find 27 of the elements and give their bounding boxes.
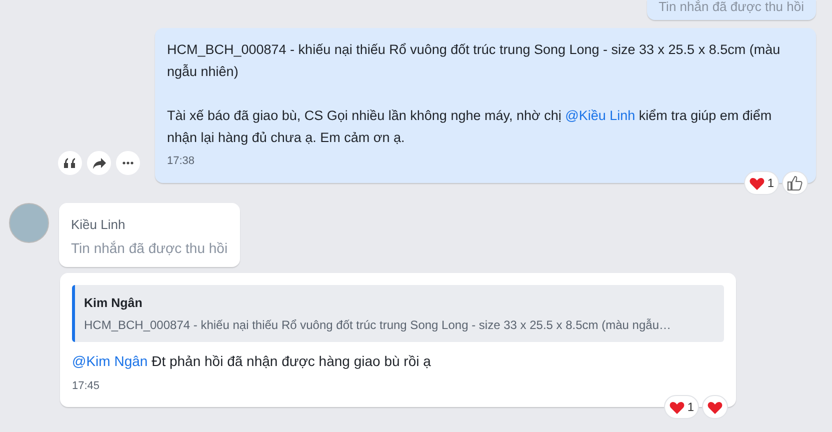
timestamp: 17:38 bbox=[167, 155, 195, 167]
thumbs-up-icon bbox=[787, 175, 803, 191]
mention-link[interactable]: @Kiều Linh bbox=[565, 108, 636, 123]
mention-link[interactable]: @Kim Ngân bbox=[72, 353, 148, 369]
share-arrow-button[interactable] bbox=[87, 151, 111, 175]
more-icon bbox=[122, 161, 134, 165]
share-arrow-icon bbox=[92, 158, 106, 168]
recalled-message: Tin nhắn đã được thu hồi bbox=[646, 0, 816, 20]
heart-reaction-button[interactable] bbox=[702, 395, 728, 419]
heart-icon bbox=[749, 176, 766, 190]
heart-reaction[interactable]: 1 bbox=[744, 171, 779, 195]
message-text: HCM_BCH_000874 - khiếu nại thiếu Rổ vuông đốt trúc trung Song Long - size 33 x 25.5 x 8.5cm (màu ngẫu nhiên) bbox=[167, 41, 782, 81]
timestamp: 17:45 bbox=[72, 380, 100, 392]
quote-icon bbox=[64, 158, 76, 168]
quote-button[interactable] bbox=[58, 151, 82, 175]
quote-text: HCM_BCH_000874 - khiếu nại thiếu Rổ vuông đốt trúc trung Song Long - size 33 x 25.5 x 8.5cm (màu ngẫu… bbox=[84, 317, 672, 333]
quote-author: Kim Ngân bbox=[84, 295, 144, 311]
more-button[interactable] bbox=[116, 151, 140, 175]
heart-reaction[interactable]: 1 bbox=[664, 395, 699, 419]
message-text: @Kim Ngân Đt phản hồi đã nhận được hàng giao bù rồi ạ bbox=[72, 352, 432, 371]
avatar bbox=[9, 203, 49, 243]
like-button[interactable] bbox=[782, 171, 808, 195]
message-text: Tài xế báo đã giao bù, CS Gọi nhiều lần không nghe máy, nhờ chị @Kiều Linh kiểm tra giúp em điểm nhận lại hàng đủ chưa ạ. Em cảm ơn ạ. bbox=[167, 107, 773, 147]
sender-name: Kiều Linh bbox=[71, 217, 126, 233]
heart-icon bbox=[707, 400, 723, 414]
heart-icon bbox=[669, 400, 686, 414]
recalled-message: Tin nhắn đã được thu hồi bbox=[71, 239, 228, 257]
